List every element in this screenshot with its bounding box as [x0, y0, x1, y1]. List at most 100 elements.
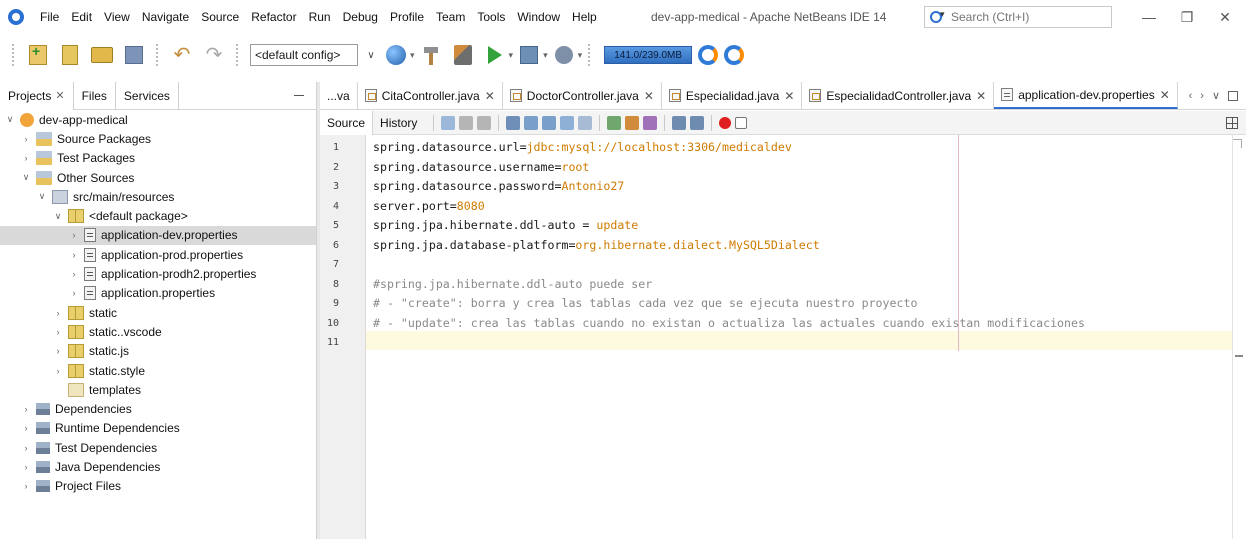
search-icon[interactable] [929, 9, 947, 24]
browser-button[interactable] [383, 42, 409, 68]
menu-run[interactable]: Run [303, 0, 337, 34]
last-edit-icon[interactable] [441, 115, 456, 130]
collapsed-toggle-icon[interactable]: › [20, 423, 32, 433]
collapsed-toggle-icon[interactable]: › [52, 327, 64, 337]
tree-item[interactable]: › Source Packages [0, 129, 316, 148]
vertical-scrollbar[interactable] [1232, 135, 1246, 539]
toggle-rect-select-icon[interactable] [578, 115, 593, 130]
tab-history[interactable]: History [373, 111, 424, 135]
tree-item[interactable]: ∨ Other Sources [0, 168, 316, 187]
minimize-panel-button[interactable] [294, 95, 304, 96]
save-all-button[interactable] [121, 42, 147, 68]
toolbar-grip[interactable] [156, 44, 160, 66]
menu-source[interactable]: Source [195, 0, 245, 34]
tree-item[interactable]: › application-dev.properties [0, 225, 316, 246]
menu-file[interactable]: File [34, 0, 65, 34]
close-icon[interactable]: ✕ [644, 89, 654, 103]
editor-tab[interactable]: Especialidad.java ✕ [662, 82, 803, 109]
clean-build-button[interactable] [450, 42, 476, 68]
find-previous-icon[interactable] [524, 115, 539, 130]
menu-team[interactable]: Team [430, 0, 471, 34]
profile-memory-icon[interactable] [724, 45, 745, 65]
profile-button[interactable] [551, 42, 577, 68]
tree-item[interactable]: templates [0, 380, 316, 399]
tab-files[interactable]: Files [74, 81, 116, 110]
split-editor-icon[interactable] [1226, 116, 1238, 129]
garbage-collect-icon[interactable] [698, 45, 719, 65]
tree-item[interactable]: › Project Files [0, 477, 316, 496]
find-next-icon[interactable] [542, 115, 557, 130]
toolbar-grip[interactable] [236, 44, 240, 66]
tree-item[interactable]: › application-prod.properties [0, 245, 316, 264]
collapsed-toggle-icon[interactable]: › [20, 134, 32, 144]
collapsed-toggle-icon[interactable]: › [20, 443, 32, 453]
tab-source[interactable]: Source [320, 110, 374, 135]
collapsed-toggle-icon[interactable]: › [52, 366, 64, 376]
new-project-button[interactable] [57, 42, 83, 68]
chevron-down-icon[interactable]: ▾ [578, 50, 583, 61]
chevron-left-icon[interactable]: ‹ [1189, 90, 1193, 102]
chevron-down-icon[interactable]: ∨ [1212, 89, 1220, 102]
back-icon[interactable] [459, 115, 474, 130]
chevron-down-icon[interactable]: ▾ [543, 50, 548, 61]
start-macro-icon[interactable] [719, 116, 732, 129]
chevron-down-icon[interactable]: ▾ [509, 50, 514, 61]
menu-profile[interactable]: Profile [384, 0, 430, 34]
tree-item[interactable]: › Runtime Dependencies [0, 419, 316, 438]
find-icon[interactable] [506, 115, 521, 130]
tree-item[interactable]: › Test Packages [0, 149, 316, 168]
tab-projects[interactable]: Projects ✕ [0, 81, 74, 110]
collapsed-toggle-icon[interactable]: › [52, 308, 64, 318]
tree-item[interactable]: › Test Dependencies [0, 438, 316, 457]
tree-item[interactable]: › Dependencies [0, 400, 316, 419]
forward-icon[interactable] [477, 115, 492, 130]
close-icon[interactable]: ✕ [1160, 88, 1170, 102]
tree-item[interactable]: ∨ <default package> [0, 207, 316, 226]
search-input[interactable] [951, 10, 1101, 24]
collapsed-toggle-icon[interactable]: › [68, 250, 80, 260]
menu-debug[interactable]: Debug [337, 0, 384, 34]
chevron-down-icon[interactable]: ∨ [362, 44, 380, 66]
expanded-toggle-icon[interactable]: ∨ [36, 191, 48, 202]
tree-item[interactable]: ∨ src/main/resources [0, 187, 316, 206]
tree-item[interactable]: › static [0, 303, 316, 322]
undo-button[interactable]: ↶ [169, 42, 195, 68]
new-file-button[interactable] [25, 42, 51, 68]
collapsed-toggle-icon[interactable]: › [20, 481, 32, 491]
menu-help[interactable]: Help [566, 0, 603, 34]
chevron-down-icon[interactable]: ▾ [410, 50, 415, 61]
collapsed-toggle-icon[interactable]: › [68, 230, 80, 240]
config-select[interactable]: <default config> [250, 44, 358, 66]
close-icon[interactable]: ✕ [976, 89, 986, 103]
collapsed-toggle-icon[interactable]: › [68, 269, 80, 279]
memory-indicator[interactable]: 141.0/239.0MB [604, 46, 693, 64]
minimize-button[interactable]: — [1132, 0, 1166, 34]
collapsed-toggle-icon[interactable]: › [52, 346, 64, 356]
collapsed-toggle-icon[interactable]: › [20, 462, 32, 472]
toolbar-grip[interactable] [588, 44, 592, 66]
menu-edit[interactable]: Edit [65, 0, 98, 34]
editor-tab[interactable]: CitaController.java ✕ [358, 82, 503, 109]
shift-left-icon[interactable] [672, 115, 687, 130]
debug-button[interactable] [516, 42, 542, 68]
build-button[interactable] [418, 42, 444, 68]
shift-right-icon[interactable] [690, 115, 705, 130]
expanded-toggle-icon[interactable]: ∨ [4, 114, 16, 125]
close-icon[interactable]: ✕ [784, 89, 794, 103]
toggle-highlight-icon[interactable] [560, 115, 575, 130]
menu-refactor[interactable]: Refactor [245, 0, 302, 34]
menu-navigate[interactable]: Navigate [136, 0, 195, 34]
close-icon[interactable]: ✕ [485, 89, 495, 103]
expanded-toggle-icon[interactable]: ∨ [20, 172, 32, 183]
collapsed-toggle-icon[interactable]: › [20, 153, 32, 163]
tree-item[interactable]: › static.js [0, 342, 316, 361]
editor-tab[interactable]: EspecialidadController.java ✕ [802, 82, 995, 109]
next-bookmark-icon[interactable] [625, 115, 640, 130]
close-window-button[interactable]: ✕ [1208, 0, 1242, 34]
chevron-right-icon[interactable]: › [1200, 90, 1204, 102]
tree-item[interactable]: › application-prodh2.properties [0, 264, 316, 283]
run-button[interactable] [482, 42, 508, 68]
editor-tab[interactable]: DoctorController.java ✕ [503, 82, 662, 109]
tree-item[interactable]: › static..vscode [0, 322, 316, 341]
tree-item[interactable]: › application.properties [0, 284, 316, 303]
